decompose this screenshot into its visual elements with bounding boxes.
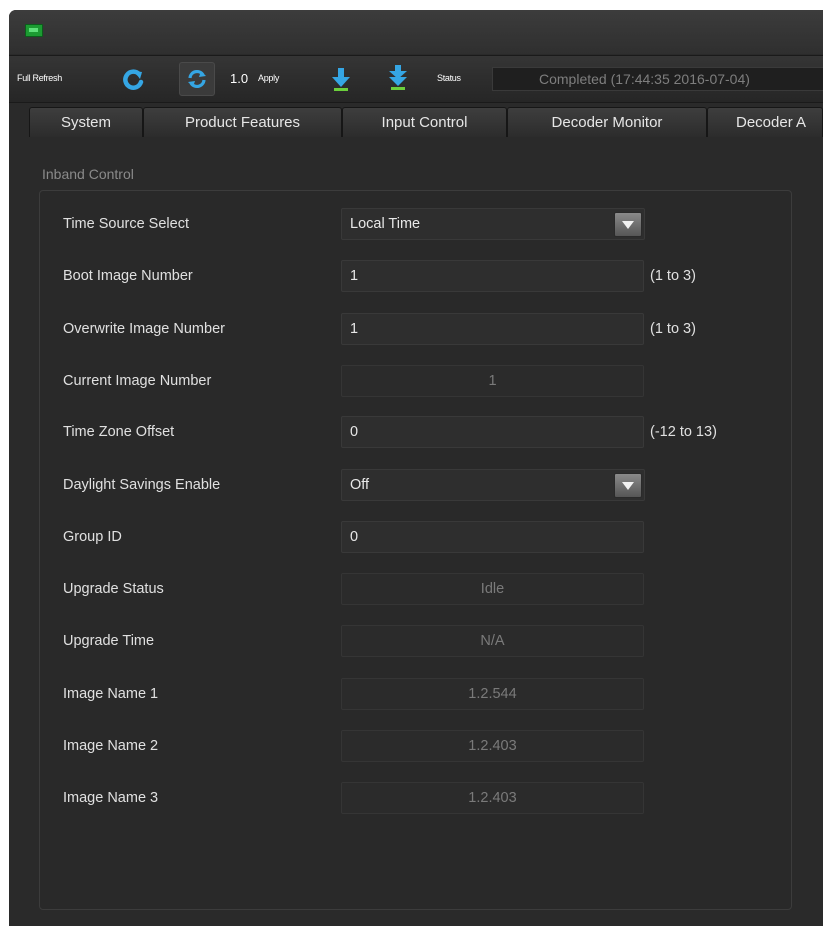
download-double-arrow-icon[interactable]: [387, 64, 409, 92]
time-source-select-label: Time Source Select: [63, 216, 189, 232]
upgrade-time-label: Upgrade Time: [63, 633, 155, 649]
image-name-2-label: Image Name 2: [63, 738, 159, 754]
daylight-savings-enable-label: Daylight Savings Enable: [63, 477, 221, 493]
upgrade-status-value: Idle: [341, 573, 644, 605]
current-image-number-value: 1: [341, 365, 644, 397]
sync-button[interactable]: [179, 62, 215, 96]
time-zone-offset-input[interactable]: 0: [341, 416, 644, 448]
chip-icon: [25, 24, 43, 37]
version-label: 1.0: [230, 71, 249, 86]
status-label: Status: [437, 73, 461, 83]
app-window: Full Refresh 1.0 Apply Status Completed …: [9, 10, 823, 926]
tab-input-control[interactable]: Input Control: [342, 107, 507, 137]
current-image-number-label: Current Image Number: [63, 373, 212, 389]
tab-product-features[interactable]: Product Features: [143, 107, 342, 137]
overwrite-image-number-range: (1 to 3): [650, 321, 696, 337]
sync-icon: [188, 69, 206, 89]
group-id-label: Group ID: [63, 529, 122, 545]
tab-bar: System Product Features Input Control De…: [9, 104, 823, 139]
chevron-down-icon[interactable]: [614, 212, 642, 237]
image-name-2-value: 1.2.403: [341, 730, 644, 762]
boot-image-number-input[interactable]: 1: [341, 260, 644, 292]
image-name-3-label: Image Name 3: [63, 790, 159, 806]
daylight-savings-enable-dropdown[interactable]: Off: [341, 469, 645, 501]
download-arrow-icon[interactable]: [331, 66, 351, 92]
overwrite-image-number-input[interactable]: 1: [341, 313, 644, 345]
tab-system[interactable]: System: [29, 107, 143, 137]
upgrade-time-value: N/A: [341, 625, 644, 657]
image-name-3-value: 1.2.403: [341, 782, 644, 814]
image-name-1-value: 1.2.544: [341, 678, 644, 710]
boot-image-number-range: (1 to 3): [650, 268, 696, 284]
time-zone-offset-label: Time Zone Offset: [63, 424, 175, 440]
full-refresh-button[interactable]: Full Refresh: [17, 73, 62, 83]
title-bar: [9, 10, 823, 54]
panel-title: Inband Control: [42, 166, 134, 182]
time-source-select-value: Local Time: [350, 216, 421, 232]
refresh-arrow-icon[interactable]: [120, 67, 146, 91]
inband-control-panel: Time Source Select Local Time Boot Image…: [39, 190, 792, 910]
chevron-down-icon[interactable]: [614, 473, 642, 498]
group-id-input[interactable]: 0: [341, 521, 644, 553]
status-field: Completed (17:44:35 2016-07-04): [492, 67, 823, 91]
daylight-savings-enable-value: Off: [350, 477, 370, 493]
apply-button[interactable]: Apply: [258, 73, 279, 83]
tab-decoder-a[interactable]: Decoder A: [707, 107, 823, 137]
toolbar: Full Refresh 1.0 Apply Status Completed …: [9, 55, 823, 103]
time-source-select-dropdown[interactable]: Local Time: [341, 208, 645, 240]
upgrade-status-label: Upgrade Status: [63, 581, 164, 597]
image-name-1-label: Image Name 1: [63, 686, 159, 702]
boot-image-number-label: Boot Image Number: [63, 268, 193, 284]
tab-decoder-monitor[interactable]: Decoder Monitor: [507, 107, 707, 137]
time-zone-offset-range: (-12 to 13): [650, 424, 717, 440]
overwrite-image-number-label: Overwrite Image Number: [63, 321, 225, 337]
